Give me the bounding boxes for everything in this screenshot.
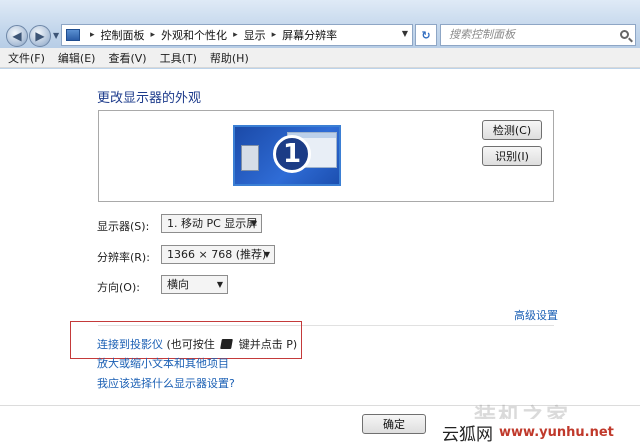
ok-button[interactable]: 确定 bbox=[362, 414, 426, 434]
display-select[interactable]: 1. 移动 PC 显示屏 ▼ bbox=[161, 214, 262, 233]
orientation-select-value: 横向 bbox=[167, 278, 189, 291]
orientation-label: 方向(O): bbox=[97, 281, 140, 294]
breadcrumb-separator-icon[interactable]: ▸ bbox=[272, 30, 277, 40]
projector-hint-pre: (也可按住 bbox=[166, 338, 215, 351]
page-title: 更改显示器的外观 bbox=[97, 91, 202, 106]
advanced-settings-link[interactable]: 高级设置 bbox=[514, 307, 558, 323]
address-bar[interactable]: ▸ 控制面板 ▸ 外观和个性化 ▸ 显示 ▸ 屏幕分辨率 ▼ bbox=[61, 24, 413, 46]
address-dropdown-icon[interactable]: ▼ bbox=[402, 29, 408, 38]
menu-view[interactable]: 查看(V) bbox=[108, 50, 146, 66]
arrow-right-icon: ▶ bbox=[35, 29, 45, 43]
projector-hint-post: 键并点击 P) bbox=[238, 338, 298, 351]
resolution-select-value: 1366 × 768 (推荐) bbox=[167, 248, 267, 261]
display-label: 显示器(S): bbox=[97, 220, 150, 233]
monitor-number-badge: 1 bbox=[273, 135, 311, 173]
windows-key-icon bbox=[220, 339, 234, 349]
menu-file[interactable]: 文件(F) bbox=[8, 50, 45, 66]
breadcrumb-appearance[interactable]: 外观和个性化 bbox=[161, 27, 227, 43]
content-pane: 更改显示器的外观 1 检测(C) 识别(I) 显示器(S): 1. 移动 PC … bbox=[0, 69, 640, 446]
menu-tools[interactable]: 工具(T) bbox=[160, 50, 197, 66]
monitor-1-thumbnail[interactable]: 1 bbox=[233, 125, 341, 186]
breadcrumb-separator-icon[interactable]: ▸ bbox=[233, 30, 238, 40]
refresh-button[interactable]: ↻ bbox=[415, 24, 437, 46]
arrow-left-icon: ◀ bbox=[12, 29, 22, 43]
menu-edit[interactable]: 编辑(E) bbox=[58, 50, 96, 66]
refresh-icon: ↻ bbox=[421, 28, 431, 42]
history-dropdown-icon[interactable]: ▼ bbox=[53, 31, 59, 40]
brand-url: www.yunhu.net bbox=[499, 425, 614, 440]
computer-tower-icon bbox=[241, 145, 259, 171]
breadcrumb-control-panel[interactable]: 控制面板 bbox=[101, 27, 145, 43]
brand-watermark: 云狐网 www.yunhu.net bbox=[438, 419, 640, 446]
control-panel-icon bbox=[66, 29, 80, 41]
breadcrumb-separator-icon[interactable]: ▸ bbox=[151, 30, 156, 40]
search-icon[interactable] bbox=[620, 30, 629, 39]
breadcrumb-screen-resolution[interactable]: 屏幕分辨率 bbox=[282, 27, 337, 43]
chevron-down-icon: ▼ bbox=[216, 280, 223, 289]
search-placeholder: 搜索控制面板 bbox=[449, 28, 515, 41]
display-select-value: 1. 移动 PC 显示屏 bbox=[167, 217, 258, 230]
connect-projector-link[interactable]: 连接到投影仪 bbox=[97, 338, 163, 351]
search-input[interactable]: 搜索控制面板 bbox=[440, 24, 636, 46]
zoom-text-link[interactable]: 放大或缩小文本和其他项目 bbox=[97, 355, 229, 371]
display-preview: 1 检测(C) 识别(I) bbox=[98, 110, 554, 202]
breadcrumb-display[interactable]: 显示 bbox=[244, 27, 266, 43]
menu-help[interactable]: 帮助(H) bbox=[210, 50, 249, 66]
breadcrumb-separator-icon[interactable]: ▸ bbox=[90, 30, 95, 40]
chevron-down-icon: ▼ bbox=[250, 219, 257, 228]
brand-name: 云狐网 bbox=[442, 425, 493, 445]
resolution-label: 分辨率(R): bbox=[97, 251, 150, 264]
menu-bar: 文件(F) 编辑(E) 查看(V) 工具(T) 帮助(H) bbox=[0, 48, 640, 68]
forward-button[interactable]: ▶ bbox=[29, 25, 51, 47]
window-titlebar: ◀ ▶ ▼ ▸ 控制面板 ▸ 外观和个性化 ▸ 显示 ▸ 屏幕分辨率 ▼ ↻ 搜… bbox=[0, 0, 640, 48]
chevron-down-icon: ▼ bbox=[263, 250, 270, 259]
projector-row: 连接到投影仪 (也可按住 键并点击 P) bbox=[97, 336, 297, 352]
orientation-select[interactable]: 横向 ▼ bbox=[161, 275, 228, 294]
display-settings-help-link[interactable]: 我应该选择什么显示器设置? bbox=[97, 375, 235, 391]
detect-button[interactable]: 检测(C) bbox=[482, 120, 542, 140]
identify-button[interactable]: 识别(I) bbox=[482, 146, 542, 166]
back-button[interactable]: ◀ bbox=[6, 25, 28, 47]
resolution-select[interactable]: 1366 × 768 (推荐) ▼ bbox=[161, 245, 275, 264]
